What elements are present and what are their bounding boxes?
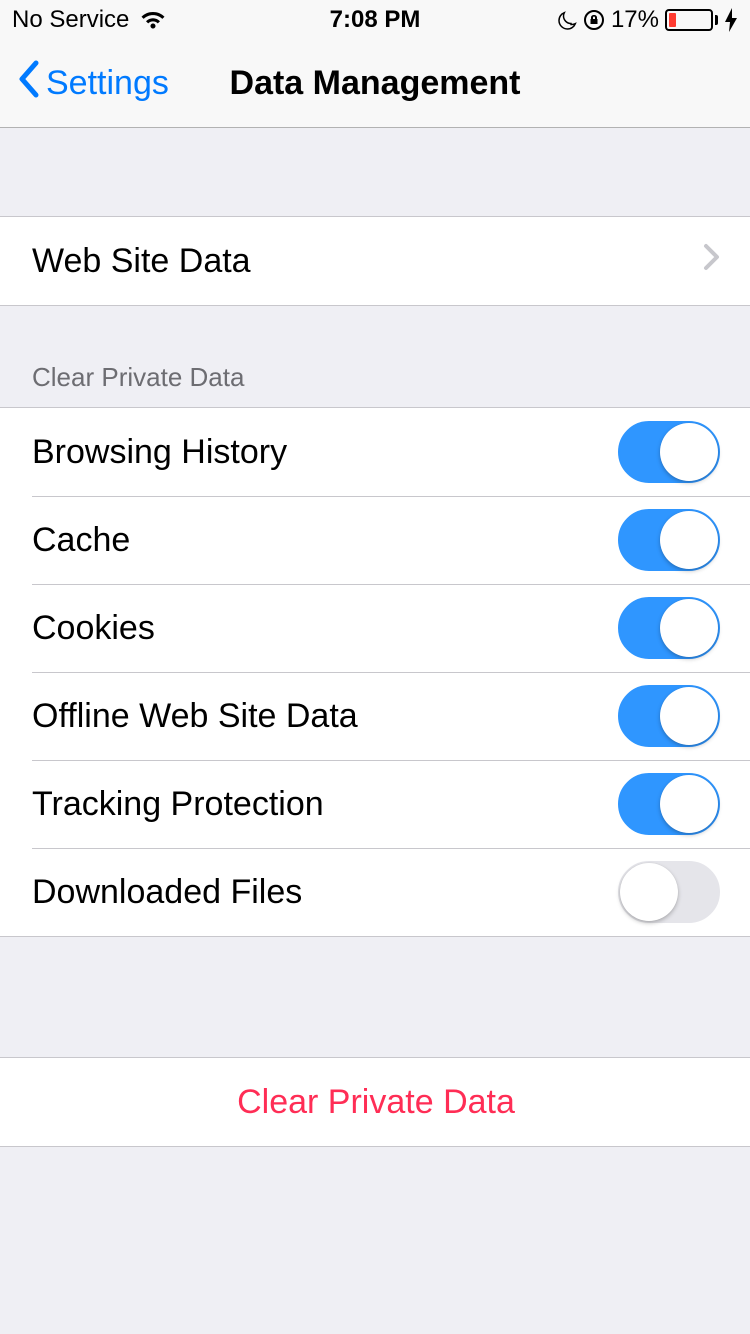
navigation-bar: Settings Data Management	[0, 40, 750, 128]
row-downloaded-files: Downloaded Files	[0, 848, 750, 936]
row-browsing-history: Browsing History	[0, 408, 750, 496]
row-cache: Cache	[0, 496, 750, 584]
clear-private-data-label: Clear Private Data	[237, 1083, 515, 1122]
section-spacer	[0, 937, 750, 1057]
row-offline-web-site-data: Offline Web Site Data	[0, 672, 750, 760]
chevron-right-icon	[702, 242, 720, 281]
toggle-downloaded-files[interactable]	[618, 861, 720, 923]
row-label: Cookies	[32, 609, 155, 648]
carrier-text: No Service	[12, 6, 129, 34]
charging-bolt-icon	[724, 8, 738, 32]
group-web-site-data: Web Site Data	[0, 216, 750, 306]
battery-percent-text: 17%	[611, 6, 659, 34]
group-clear-toggles: Browsing History Cache Cookies Offline W…	[0, 407, 750, 937]
section-header-clear-private-data: Clear Private Data	[0, 306, 750, 407]
toggle-offline-web-site-data[interactable]	[618, 685, 720, 747]
battery-icon	[665, 9, 718, 31]
toggle-cache[interactable]	[618, 509, 720, 571]
row-label: Downloaded Files	[32, 873, 302, 912]
page-title: Data Management	[230, 64, 521, 103]
row-label: Offline Web Site Data	[32, 697, 358, 736]
back-button[interactable]: Settings	[16, 59, 169, 108]
row-cookies: Cookies	[0, 584, 750, 672]
group-clear-action: Clear Private Data	[0, 1057, 750, 1147]
status-left: No Service	[12, 6, 167, 34]
orientation-lock-icon	[583, 9, 605, 31]
toggle-cookies[interactable]	[618, 597, 720, 659]
chevron-left-icon	[16, 59, 40, 108]
status-time: 7:08 PM	[330, 6, 421, 34]
section-spacer	[0, 128, 750, 216]
row-label: Browsing History	[32, 433, 287, 472]
toggle-browsing-history[interactable]	[618, 421, 720, 483]
row-label: Tracking Protection	[32, 785, 324, 824]
wifi-icon	[139, 9, 167, 31]
status-right: 17%	[557, 6, 738, 34]
row-label: Web Site Data	[32, 242, 251, 281]
clear-private-data-button[interactable]: Clear Private Data	[0, 1058, 750, 1146]
back-button-label: Settings	[46, 64, 169, 103]
toggle-tracking-protection[interactable]	[618, 773, 720, 835]
row-web-site-data[interactable]: Web Site Data	[0, 217, 750, 305]
row-tracking-protection: Tracking Protection	[0, 760, 750, 848]
moon-icon	[557, 10, 577, 30]
status-bar: No Service 7:08 PM 17%	[0, 0, 750, 40]
row-label: Cache	[32, 521, 130, 560]
